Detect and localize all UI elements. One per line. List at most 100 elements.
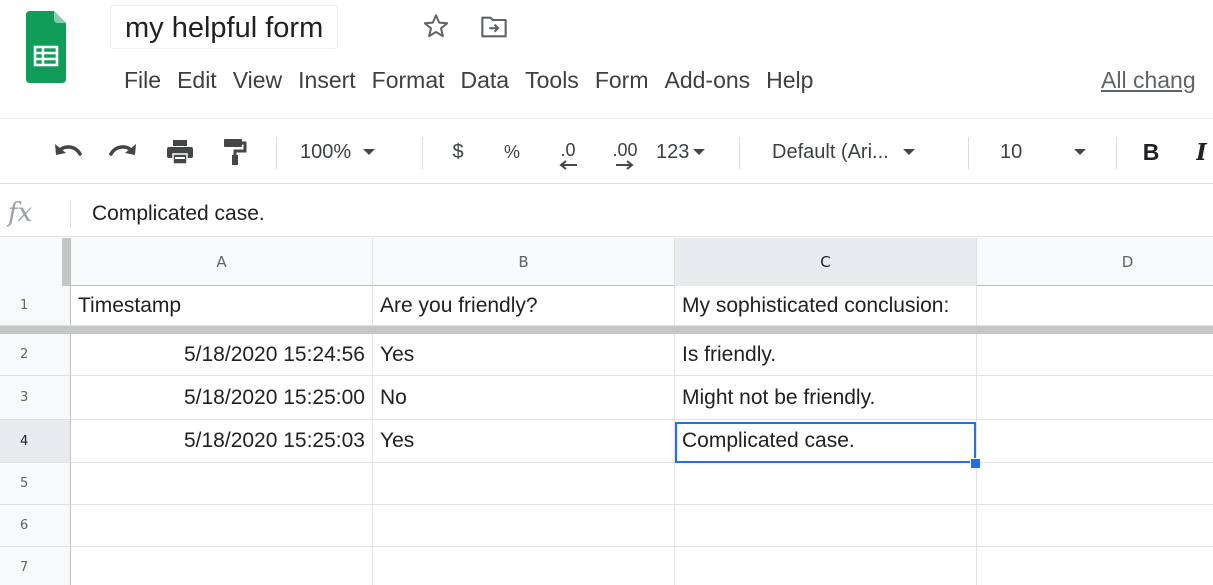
column-header-d[interactable]: D (977, 238, 1213, 286)
toolbar-separator (1116, 137, 1117, 169)
freeze-row-handle[interactable] (0, 326, 1213, 334)
row-header-7[interactable]: 7 (0, 547, 71, 585)
fill-handle[interactable] (970, 458, 981, 469)
cell-a2[interactable]: 5/18/2020 15:24:56 (71, 334, 373, 376)
cell-a7[interactable] (71, 547, 373, 585)
row-header-1[interactable]: 1 (0, 286, 71, 326)
redo-icon (109, 144, 136, 156)
chevron-down-icon (902, 149, 915, 155)
percent-format-button[interactable]: % (498, 119, 526, 185)
menu-file[interactable]: File (120, 60, 168, 100)
undo-icon (55, 144, 82, 156)
cell-a5[interactable] (71, 463, 373, 505)
cell-c3[interactable]: Might not be friendly. (675, 376, 977, 420)
paint-format-button[interactable] (217, 119, 253, 185)
row-header-2[interactable]: 2 (0, 334, 71, 376)
menu-form[interactable]: Form (588, 60, 656, 100)
menu-edit[interactable]: Edit (170, 60, 224, 100)
menu-tools[interactable]: Tools (518, 60, 586, 100)
select-all-corner[interactable] (0, 238, 71, 286)
toolbar-separator (968, 137, 969, 169)
menu-add-ons[interactable]: Add-ons (657, 60, 757, 100)
toolbar-separator (739, 137, 740, 169)
formula-bar-separator (70, 200, 71, 228)
zoom-select[interactable]: 100% (300, 119, 412, 185)
more-formats-button[interactable]: 123 (656, 119, 726, 185)
percent-label: % (503, 141, 520, 162)
toolbar: 100% $ % .0 .00 123 Default (Ari... 10 B (0, 118, 1213, 184)
chevron-down-icon (693, 149, 706, 155)
chevron-down-icon (1074, 149, 1087, 155)
formula-input[interactable]: Complicated case. (92, 191, 265, 237)
cell-a4[interactable]: 5/18/2020 15:25:03 (71, 420, 373, 463)
cell-d2[interactable] (977, 334, 1213, 376)
increase-decimal-label: .00 (612, 140, 638, 160)
cell-b1[interactable]: Are you friendly? (373, 286, 675, 326)
cell-b4[interactable]: Yes (373, 420, 675, 463)
cell-d5[interactable] (977, 463, 1213, 505)
cell-c6[interactable] (675, 505, 977, 547)
print-button[interactable] (160, 119, 200, 185)
font-family-value: Default (Ari... (772, 140, 889, 163)
freeze-column-handle[interactable] (62, 238, 70, 286)
decrease-decimal-button[interactable]: .0 (548, 119, 588, 185)
cell-c2[interactable]: Is friendly. (675, 334, 977, 376)
cell-c4[interactable]: Complicated case. (675, 420, 977, 463)
toolbar-separator (422, 137, 423, 169)
cell-d7[interactable] (977, 547, 1213, 585)
cell-a6[interactable] (71, 505, 373, 547)
italic-button[interactable]: I (1196, 119, 1213, 185)
row-header-5[interactable]: 5 (0, 463, 71, 505)
menu-view[interactable]: View (226, 60, 289, 100)
table-row: 3 5/18/2020 15:25:00 No Might not be fri… (0, 376, 1213, 420)
undo-button[interactable] (48, 119, 88, 185)
font-size-select[interactable]: 10 (1000, 119, 1100, 185)
column-header-row: A B C D (0, 238, 1213, 286)
paint-format-icon (224, 139, 247, 165)
currency-label: $ (452, 140, 464, 163)
cell-b2[interactable]: Yes (373, 334, 675, 376)
arrow-right-icon (616, 160, 634, 170)
bold-label: B (1142, 138, 1160, 165)
row-header-6[interactable]: 6 (0, 505, 71, 547)
menu-format[interactable]: Format (365, 60, 452, 100)
star-icon[interactable] (422, 12, 450, 40)
currency-format-button[interactable]: $ (444, 119, 472, 185)
cell-c5[interactable] (675, 463, 977, 505)
column-header-b[interactable]: B (373, 238, 675, 286)
cell-c1[interactable]: My sophisticated conclusion: (675, 286, 977, 326)
cell-b5[interactable] (373, 463, 675, 505)
move-to-folder-icon[interactable] (480, 14, 508, 40)
menu-bar: File Edit View Insert Format Data Tools … (120, 60, 822, 100)
cell-d1[interactable] (977, 286, 1213, 326)
cell-b3[interactable]: No (373, 376, 675, 420)
cell-a1[interactable]: Timestamp (71, 286, 373, 326)
row-header-3[interactable]: 3 (0, 376, 71, 420)
formula-bar: fx Complicated case. (0, 191, 1213, 237)
toolbar-separator (276, 137, 277, 169)
font-family-select[interactable]: Default (Ari... (772, 119, 958, 185)
menu-data[interactable]: Data (454, 60, 517, 100)
cell-a3[interactable]: 5/18/2020 15:25:00 (71, 376, 373, 420)
save-status-link[interactable]: All chang (1101, 60, 1196, 100)
italic-label: I (1196, 138, 1207, 166)
spreadsheet-grid: A B C D 1 Timestamp Are you friendly? My… (0, 238, 1213, 585)
menu-insert[interactable]: Insert (291, 60, 363, 100)
column-header-c[interactable]: C (675, 238, 977, 286)
cell-d3[interactable] (977, 376, 1213, 420)
bold-button[interactable]: B (1136, 119, 1166, 185)
zoom-value: 100% (300, 140, 352, 163)
menu-help[interactable]: Help (759, 60, 820, 100)
column-header-a[interactable]: A (71, 238, 373, 286)
cell-d6[interactable] (977, 505, 1213, 547)
cell-d4[interactable] (977, 420, 1213, 463)
cell-b6[interactable] (373, 505, 675, 547)
row-header-4[interactable]: 4 (0, 420, 71, 463)
increase-decimal-button[interactable]: .00 (602, 119, 648, 185)
redo-button[interactable] (103, 119, 143, 185)
cell-c7[interactable] (675, 547, 977, 585)
table-row: 7 (0, 547, 1213, 585)
cell-b7[interactable] (373, 547, 675, 585)
document-title[interactable]: my helpful form (110, 5, 339, 49)
sheets-logo-icon[interactable] (26, 11, 66, 83)
